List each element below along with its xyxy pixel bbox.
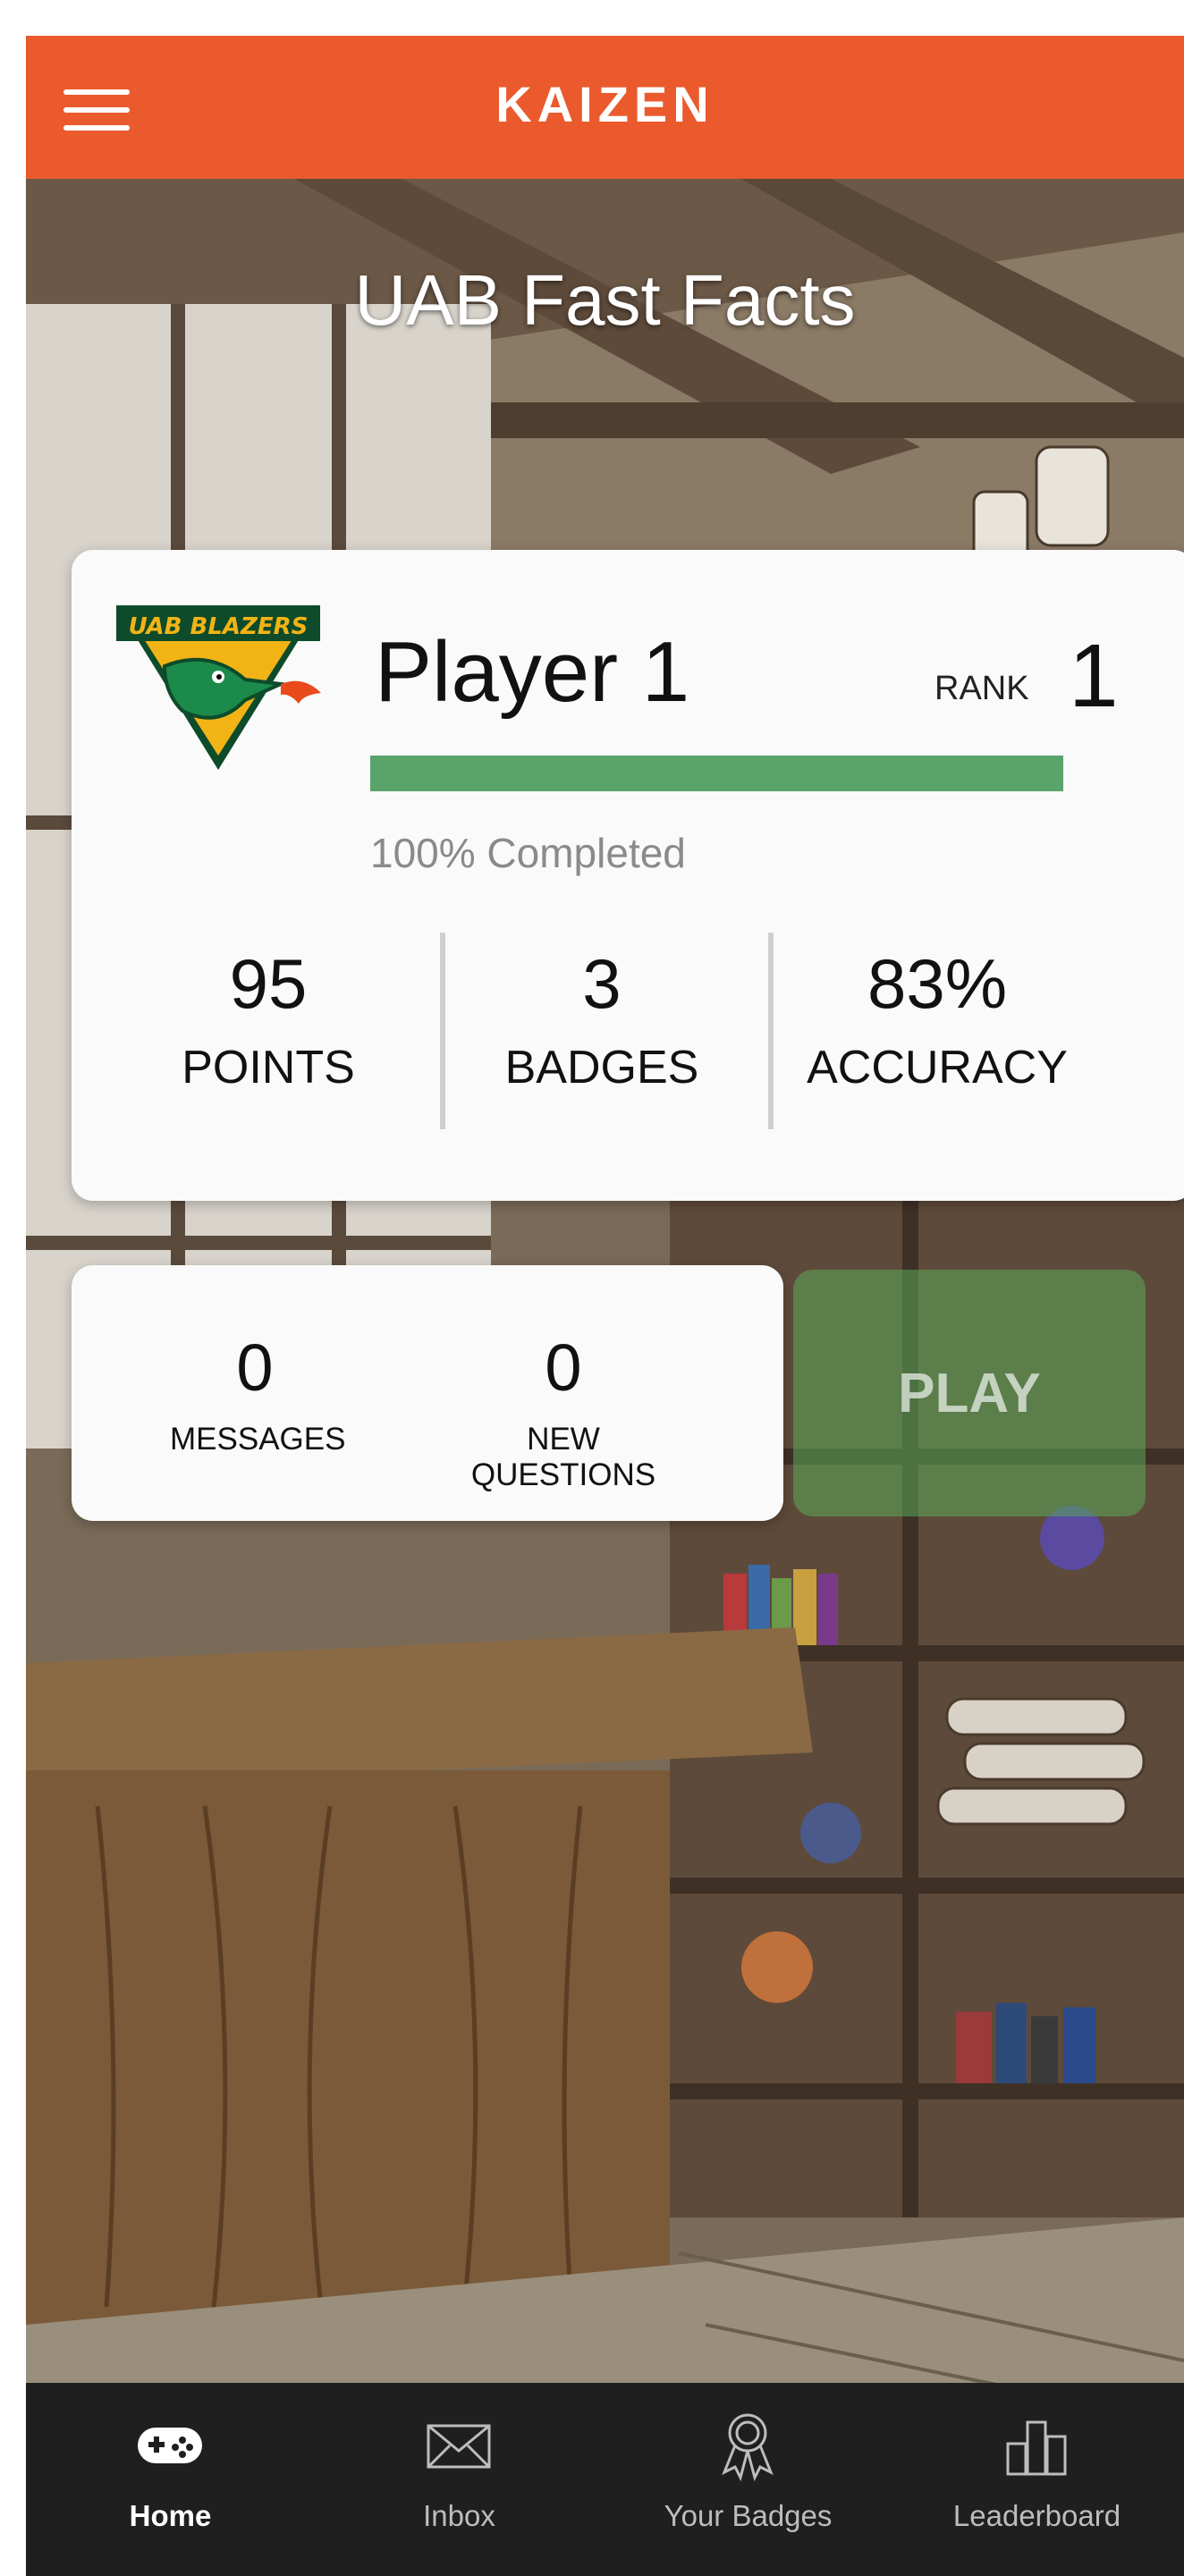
stat-badges: 3 BADGES	[441, 943, 763, 1094]
nav-your-badges[interactable]: Your Badges	[604, 2383, 892, 2576]
rank-label: RANK	[935, 670, 1029, 707]
top-bar: KAIZEN	[26, 36, 1184, 179]
progress-text: 100% Completed	[370, 830, 686, 876]
nav-inbox[interactable]: Inbox	[315, 2383, 604, 2576]
stat-points: 95 POINTS	[107, 943, 429, 1094]
progress-bar	[370, 756, 1063, 791]
player-name: Player 1	[375, 624, 690, 720]
nav-inbox-label: Inbox	[423, 2499, 495, 2532]
stat-divider	[768, 933, 774, 1129]
stat-accuracy-label: ACCURACY	[807, 1042, 1068, 1094]
stat-accuracy-value: 83%	[867, 944, 1008, 1023]
app-screen: KAIZEN UAB Fast Facts UAB BLAZERS Player…	[26, 36, 1184, 2576]
bar-chart-icon	[1006, 2420, 1067, 2476]
nav-leaderboard[interactable]: Leaderboard	[892, 2383, 1181, 2576]
progress-bar-fill	[370, 756, 1063, 791]
nav-home[interactable]: Home	[26, 2383, 315, 2576]
messages-count: 0 MESSAGES	[170, 1330, 346, 1457]
ribbon-badge-icon	[722, 2413, 774, 2481]
gamepad-icon	[138, 2428, 202, 2463]
logo-text: UAB BLAZERS	[129, 613, 309, 640]
messages-value: 0	[236, 1330, 274, 1405]
messages-label: MESSAGES	[170, 1422, 346, 1457]
app-brand: KAIZEN	[495, 76, 715, 132]
new-questions-value: 0	[545, 1330, 582, 1405]
stat-points-label: POINTS	[182, 1042, 355, 1094]
stat-accuracy: 83% ACCURACY	[776, 943, 1098, 1094]
stat-points-value: 95	[229, 944, 308, 1023]
nav-home-label: Home	[129, 2499, 212, 2532]
new-questions-label: NEW QUESTIONS	[470, 1422, 656, 1492]
play-button[interactable]: PLAY	[793, 1270, 1146, 1516]
nav-your-badges-label: Your Badges	[664, 2499, 833, 2532]
stat-badges-label: BADGES	[504, 1042, 699, 1094]
bottom-nav: Home Inbox Your Badges Leaderboard	[26, 2383, 1184, 2576]
envelope-icon	[427, 2424, 491, 2469]
inbox-summary-card[interactable]: 0 MESSAGES 0 NEW QUESTIONS	[72, 1265, 783, 1521]
player-card: UAB BLAZERS Player 1 RANK 1 100% Complet…	[72, 550, 1184, 1201]
game-title: UAB Fast Facts	[354, 260, 856, 340]
new-questions-count: 0 NEW QUESTIONS	[434, 1330, 693, 1493]
uab-blazers-logo: UAB BLAZERS	[116, 605, 321, 770]
stat-badges-value: 3	[582, 944, 622, 1023]
nav-leaderboard-label: Leaderboard	[952, 2499, 1121, 2532]
rank-value: 1	[1069, 626, 1119, 726]
